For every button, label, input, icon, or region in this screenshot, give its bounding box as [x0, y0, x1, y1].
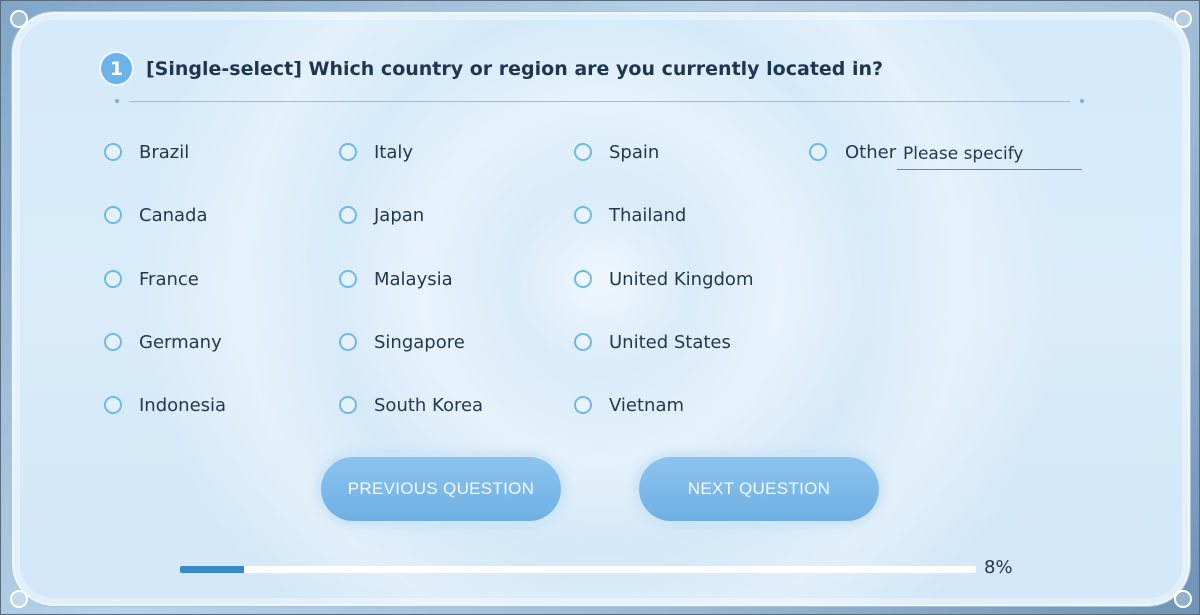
option-label: Germany [139, 331, 222, 353]
radio-button[interactable] [574, 333, 592, 351]
option-label: Japan [374, 204, 425, 226]
option-germany[interactable]: Germany [104, 329, 222, 355]
corner-ornament-icon [10, 590, 28, 608]
option-thailand[interactable]: Thailand [574, 202, 686, 228]
radio-button[interactable] [104, 270, 122, 288]
option-indonesia[interactable]: Indonesia [104, 392, 226, 418]
previous-question-button[interactable]: PREVIOUS QUESTION [321, 457, 561, 521]
option-label: Italy [374, 141, 414, 163]
option-label: Indonesia [139, 394, 227, 416]
option-label: Thailand [609, 204, 687, 226]
progress-bar [180, 566, 976, 573]
option-label: United Kingdom [609, 268, 754, 290]
corner-ornament-icon [1174, 10, 1192, 28]
option-label: Brazil [139, 141, 190, 163]
radio-button[interactable] [809, 143, 827, 161]
option-spain[interactable]: Spain [574, 139, 659, 165]
radio-button[interactable] [104, 396, 122, 414]
option-canada[interactable]: Canada [104, 202, 208, 228]
option-label: South Korea [374, 394, 484, 416]
divider-dot [115, 99, 119, 103]
other-specify-input[interactable] [897, 138, 1082, 170]
option-label: Other [845, 141, 897, 163]
option-label: Singapore [374, 331, 465, 353]
radio-button[interactable] [574, 270, 592, 288]
option-label: Vietnam [609, 394, 685, 416]
radio-button[interactable] [339, 396, 357, 414]
radio-button[interactable] [339, 143, 357, 161]
radio-button[interactable] [574, 143, 592, 161]
radio-button[interactable] [339, 270, 357, 288]
radio-button[interactable] [104, 333, 122, 351]
question-number-badge: 1 [101, 53, 132, 84]
corner-ornament-icon [10, 10, 28, 28]
option-label: Canada [139, 204, 208, 226]
corner-ornament-icon [1174, 590, 1192, 608]
option-united-kingdom[interactable]: United Kingdom [574, 266, 753, 292]
next-question-button[interactable]: NEXT QUESTION [639, 457, 879, 521]
progress-bar-fill [180, 566, 244, 573]
option-label: Spain [609, 141, 660, 163]
option-brazil[interactable]: Brazil [104, 139, 189, 165]
option-italy[interactable]: Italy [339, 139, 413, 165]
question-text: [Single-select] Which country or region … [146, 58, 884, 80]
option-united-states[interactable]: United States [574, 329, 731, 355]
radio-button[interactable] [574, 396, 592, 414]
option-other[interactable]: Other [809, 139, 896, 165]
progress-percent: 8% [984, 557, 1013, 578]
radio-button[interactable] [104, 143, 122, 161]
radio-button[interactable] [339, 206, 357, 224]
divider-dot [1080, 99, 1084, 103]
option-label: France [139, 268, 199, 290]
option-label: United States [609, 331, 731, 353]
option-singapore[interactable]: Singapore [339, 329, 465, 355]
divider-line [129, 101, 1070, 102]
option-malaysia[interactable]: Malaysia [339, 266, 453, 292]
option-south-korea[interactable]: South Korea [339, 392, 483, 418]
option-label: Malaysia [374, 268, 453, 290]
radio-button[interactable] [104, 206, 122, 224]
option-vietnam[interactable]: Vietnam [574, 392, 684, 418]
radio-button[interactable] [339, 333, 357, 351]
radio-button[interactable] [574, 206, 592, 224]
option-france[interactable]: France [104, 266, 199, 292]
option-japan[interactable]: Japan [339, 202, 424, 228]
